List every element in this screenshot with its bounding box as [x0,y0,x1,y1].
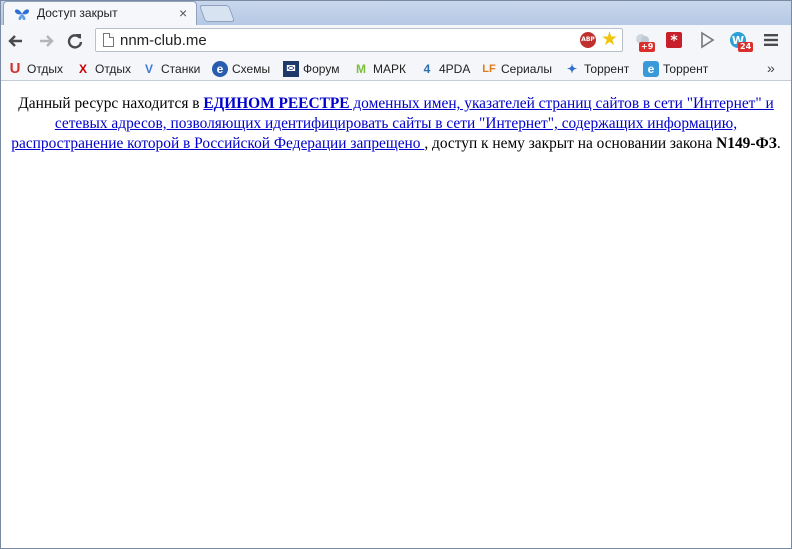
tab-title: Доступ закрыт [37,6,118,20]
message-end: . [776,135,781,152]
url-text[interactable]: nnm-club.me [120,32,207,49]
page-icon [103,33,114,47]
e-blue-icon: e [643,61,659,77]
v-icon: V [144,62,153,76]
lastpass-extension-icon[interactable]: * [665,31,685,51]
bookmark-star-icon[interactable]: ★ [601,29,618,51]
u-icon: U [9,60,21,77]
reload-icon [67,34,83,49]
envelope-icon: ✉ [283,61,299,77]
w-badge: 24 [738,42,754,52]
menu-button[interactable] [760,30,782,52]
bookmark-item[interactable]: ✉ Форум [283,61,339,77]
hamburger-icon [764,34,778,46]
forward-arrow-icon [40,35,54,47]
message-suffix: , доступ к нему закрыт на основании зако… [424,135,717,152]
x-icon: X [78,62,87,76]
bookmark-item[interactable]: LF Сериалы [481,61,552,77]
bookmark-item[interactable]: X Отдых [75,61,131,77]
play-icon [701,31,715,49]
weather-badge: +9 [639,42,656,52]
forward-button[interactable] [35,30,57,52]
blocked-message: Данный ресурс находится в ЕДИНОМ РЕЕСТРЕ… [5,94,787,154]
tab-close-icon[interactable]: × [179,5,187,21]
bookmarks-bar: U Отдых X Отдых V Станки e Схемы ✉ Форум M МАР… [1,57,791,81]
adblock-plus-icon[interactable]: ABP [580,32,596,48]
back-arrow-icon [8,35,22,47]
toolbar: nnm-club.me ABP ★ +9 * W 24 [1,25,791,57]
bookmark-item[interactable]: V Станки [141,61,200,77]
bookmark-item[interactable]: e Схемы [212,61,270,77]
address-bar[interactable]: nnm-club.me ABP ★ [95,28,623,52]
bookmark-item[interactable]: 4 4PDA [419,61,471,77]
message-prefix: Данный ресурс находится в [18,95,204,112]
4pda-icon: 4 [423,62,431,76]
tab-active[interactable]: Доступ закрыт × [3,1,197,25]
law-reference: N149-ФЗ [716,135,777,152]
svg-text:*: * [670,33,678,49]
bookmark-item[interactable]: e Торрент [643,61,708,77]
reload-button[interactable] [64,30,86,52]
lf-icon: LF [482,63,496,75]
bookmark-item[interactable]: ✦ Торрент [564,61,629,77]
back-button[interactable] [5,30,27,52]
player-extension-icon[interactable] [698,31,718,51]
tab-strip: Доступ закрыт × [1,1,791,25]
asterisk-icon: * [666,32,682,49]
browser-window: Доступ закрыт × nnm-club.me ABP ★ +9 * W… [0,0,792,549]
registry-link[interactable]: ЕДИНОМ РЕЕСТРЕ [203,95,349,112]
weather-extension-icon[interactable]: +9 [633,31,656,52]
more-bookmarks-chevron-icon[interactable]: » [767,60,775,76]
page-content: Данный ресурс находится в ЕДИНОМ РЕЕСТРЕ… [1,81,791,548]
mark-icon: M [356,62,366,76]
e-icon: e [212,61,228,77]
butterfly-icon: ✦ [566,62,578,76]
new-tab-button[interactable] [198,5,236,22]
butterfly-icon [15,9,29,20]
w-extension-icon[interactable]: W 24 [729,31,754,52]
bookmark-item[interactable]: U Отдых [7,61,63,77]
bookmark-item[interactable]: M МАРК [353,61,406,77]
